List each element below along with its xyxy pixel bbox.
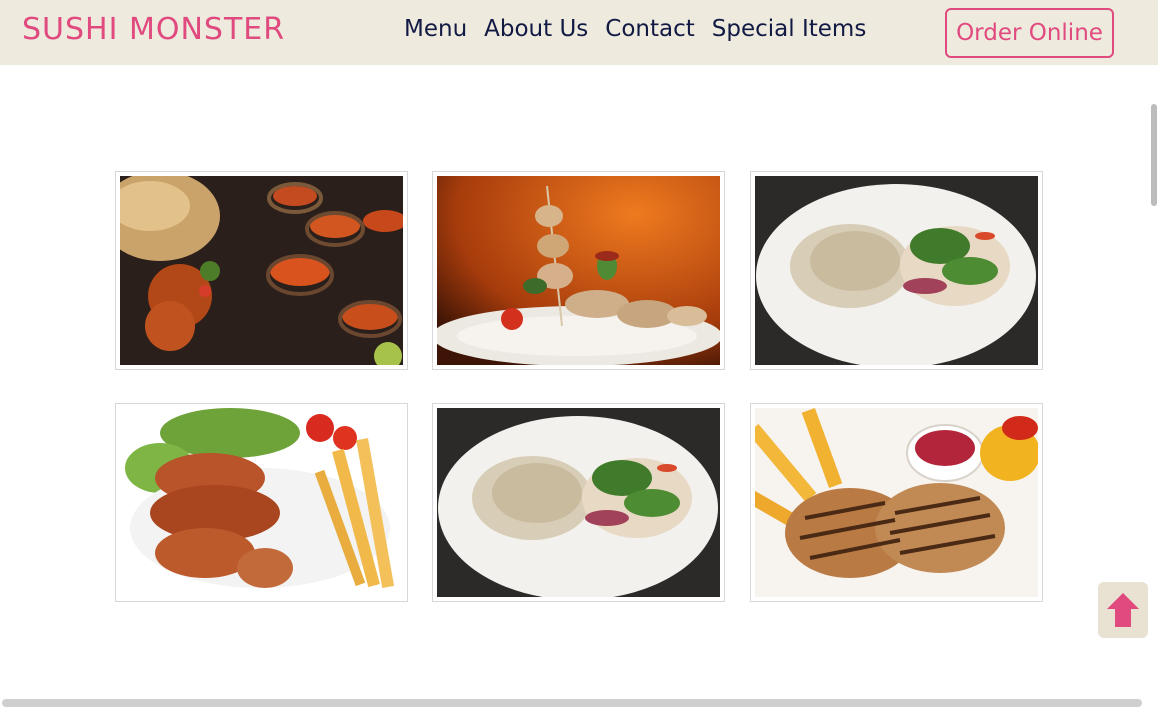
chicken-skewer-photo[interactable] bbox=[437, 176, 720, 365]
order-online-button[interactable]: Order Online bbox=[945, 8, 1114, 58]
grilled-patties-photo[interactable] bbox=[755, 408, 1038, 597]
navbar: SUSHI MONSTER Menu About Us Contact Spec… bbox=[0, 0, 1158, 65]
gallery-item[interactable] bbox=[432, 171, 725, 370]
gallery-item[interactable] bbox=[750, 171, 1043, 370]
rice-and-salad-plate-photo[interactable] bbox=[755, 176, 1038, 365]
nav-special-items-link[interactable]: Special Items bbox=[712, 16, 867, 42]
gallery-item[interactable] bbox=[115, 403, 408, 602]
back-to-top-button[interactable] bbox=[1098, 582, 1148, 638]
nav-menu-link[interactable]: Menu bbox=[404, 16, 467, 42]
rice-and-salad-plate-photo-2[interactable] bbox=[437, 408, 720, 597]
nav-links: Menu About Us Contact Special Items bbox=[404, 16, 866, 42]
gallery-item[interactable] bbox=[115, 171, 408, 370]
nav-contact-link[interactable]: Contact bbox=[605, 16, 694, 42]
vertical-scrollbar[interactable] bbox=[1151, 104, 1157, 206]
nav-about-link[interactable]: About Us bbox=[484, 16, 588, 42]
brand-logo[interactable]: SUSHI MONSTER bbox=[22, 12, 285, 47]
roast-chicken-legs-photo[interactable] bbox=[120, 408, 403, 597]
curry-and-naan-photo[interactable] bbox=[120, 176, 403, 365]
arrow-up-icon bbox=[1107, 593, 1139, 627]
gallery-item[interactable] bbox=[750, 403, 1043, 602]
horizontal-scrollbar[interactable] bbox=[2, 699, 1142, 707]
gallery-item[interactable] bbox=[432, 403, 725, 602]
